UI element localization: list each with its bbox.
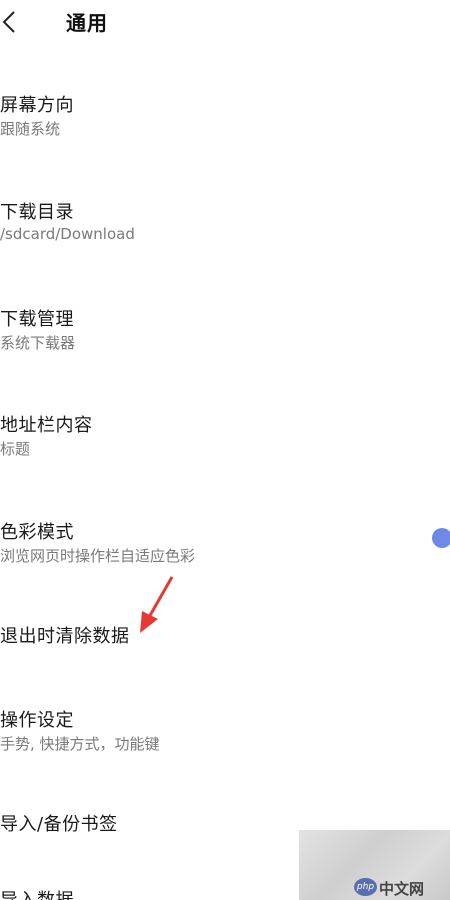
setting-subtitle: 标题 (0, 440, 31, 458)
setting-title: 屏幕方向 (0, 95, 74, 116)
setting-title: 地址栏内容 (0, 415, 93, 436)
setting-title: 操作设定 (0, 710, 74, 731)
setting-subtitle: 浏览网页时操作栏自适应色彩 (0, 547, 196, 565)
setting-subtitle: 跟随系统 (0, 120, 61, 138)
setting-clear-data-on-exit[interactable]: 退出时清除数据 (0, 622, 450, 652)
setting-download-directory[interactable]: 下载目录 /sdcard/Download (0, 195, 450, 255)
top-app-bar: 通用 (0, 0, 450, 44)
setting-title: 导入/备份书签 (0, 814, 118, 835)
setting-subtitle: 系统下载器 (0, 334, 76, 352)
setting-title: 退出时清除数据 (0, 626, 130, 647)
setting-address-bar-content[interactable]: 地址栏内容 标题 (0, 408, 450, 468)
setting-title: 下载管理 (0, 309, 74, 330)
page-title: 通用 (66, 11, 108, 35)
setting-title: 导入数据 (0, 886, 74, 900)
setting-screen-orientation[interactable]: 屏幕方向 跟随系统 (0, 88, 450, 148)
watermark-text: 中文网 (379, 880, 425, 898)
chevron-left-icon[interactable] (0, 8, 22, 36)
watermark-logo: php (354, 878, 377, 896)
setting-subtitle: 手势, 快捷方式，功能键 (0, 735, 160, 753)
setting-title: 下载目录 (0, 202, 74, 223)
setting-subtitle: /sdcard/Download (0, 225, 135, 243)
setting-download-manager[interactable]: 下载管理 系统下载器 (0, 302, 450, 362)
red-arrow-icon (140, 576, 174, 633)
setting-operation[interactable]: 操作设定 手势, 快捷方式，功能键 (0, 703, 450, 763)
setting-color-mode[interactable]: 色彩模式 浏览网页时操作栏自适应色彩 (0, 515, 450, 575)
setting-title: 色彩模式 (0, 522, 74, 543)
color-mode-toggle[interactable] (432, 528, 450, 548)
